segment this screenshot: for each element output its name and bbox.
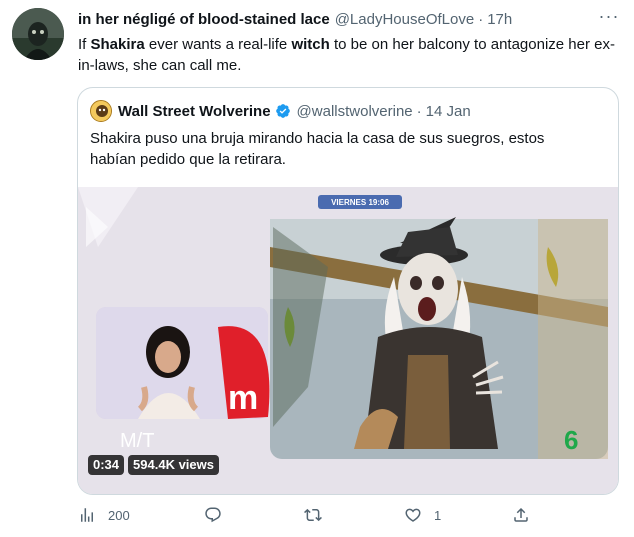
- channel-logo: 6: [564, 425, 578, 455]
- video-duration: 0:34: [88, 455, 125, 475]
- tweet-text: If Shakira ever wants a real-life witch …: [78, 36, 615, 74]
- svg-text:m: m: [228, 379, 258, 417]
- quoted-tweet-text: Shakira puso una bruja mirando hacia la …: [90, 130, 545, 168]
- analytics-icon: [81, 508, 93, 522]
- views-action[interactable]: 200: [78, 506, 130, 524]
- author-handle[interactable]: @LadyHouseOfLove: [335, 11, 474, 28]
- like-count: 1: [434, 507, 442, 523]
- tweet-time[interactable]: 17h: [487, 11, 512, 28]
- verified-badge-icon: [275, 104, 290, 118]
- quoted-tweet-header: Wall Street Wolverine @wallstwolverine ·…: [90, 100, 471, 122]
- author-avatar[interactable]: [12, 8, 64, 60]
- tweet-actions: 200 1: [78, 506, 618, 528]
- retweet-icon: [304, 508, 322, 522]
- quoted-author-handle[interactable]: @wallstwolverine: [297, 103, 413, 120]
- video-stats: 0:34 594.4K views: [88, 455, 219, 475]
- separator-dot: ·: [478, 10, 484, 28]
- channel-overlay-logo: M/T: [120, 430, 154, 452]
- reply-icon: [205, 507, 221, 523]
- share-button[interactable]: [512, 506, 530, 524]
- reply-button[interactable]: [204, 506, 234, 524]
- video-frame: VIERNES 19:06 m M/T 6: [78, 187, 618, 494]
- video-time-tag: VIERNES 19:06: [331, 198, 389, 207]
- quoted-author-name[interactable]: Wall Street Wolverine: [118, 103, 271, 120]
- tweet-header: in her négligé of blood-stained lace @La…: [78, 9, 618, 29]
- quoted-tweet[interactable]: Wall Street Wolverine @wallstwolverine ·…: [77, 87, 619, 495]
- share-icon: [514, 507, 528, 522]
- quoted-author-avatar[interactable]: [90, 100, 112, 122]
- video-player[interactable]: VIERNES 19:06 m M/T 6 0:34 594.4K views: [78, 187, 618, 494]
- separator-dot: ·: [416, 102, 422, 120]
- quoted-tweet-date[interactable]: 14 Jan: [426, 103, 471, 120]
- like-icon: [405, 508, 421, 522]
- author-name[interactable]: in her négligé of blood-stained lace: [78, 11, 330, 28]
- video-views: 594.4K views: [128, 455, 219, 475]
- more-options-icon[interactable]: ···: [598, 7, 620, 28]
- like-button[interactable]: 1: [404, 506, 441, 524]
- views-count: 200: [108, 507, 130, 523]
- retweet-button[interactable]: [304, 506, 334, 524]
